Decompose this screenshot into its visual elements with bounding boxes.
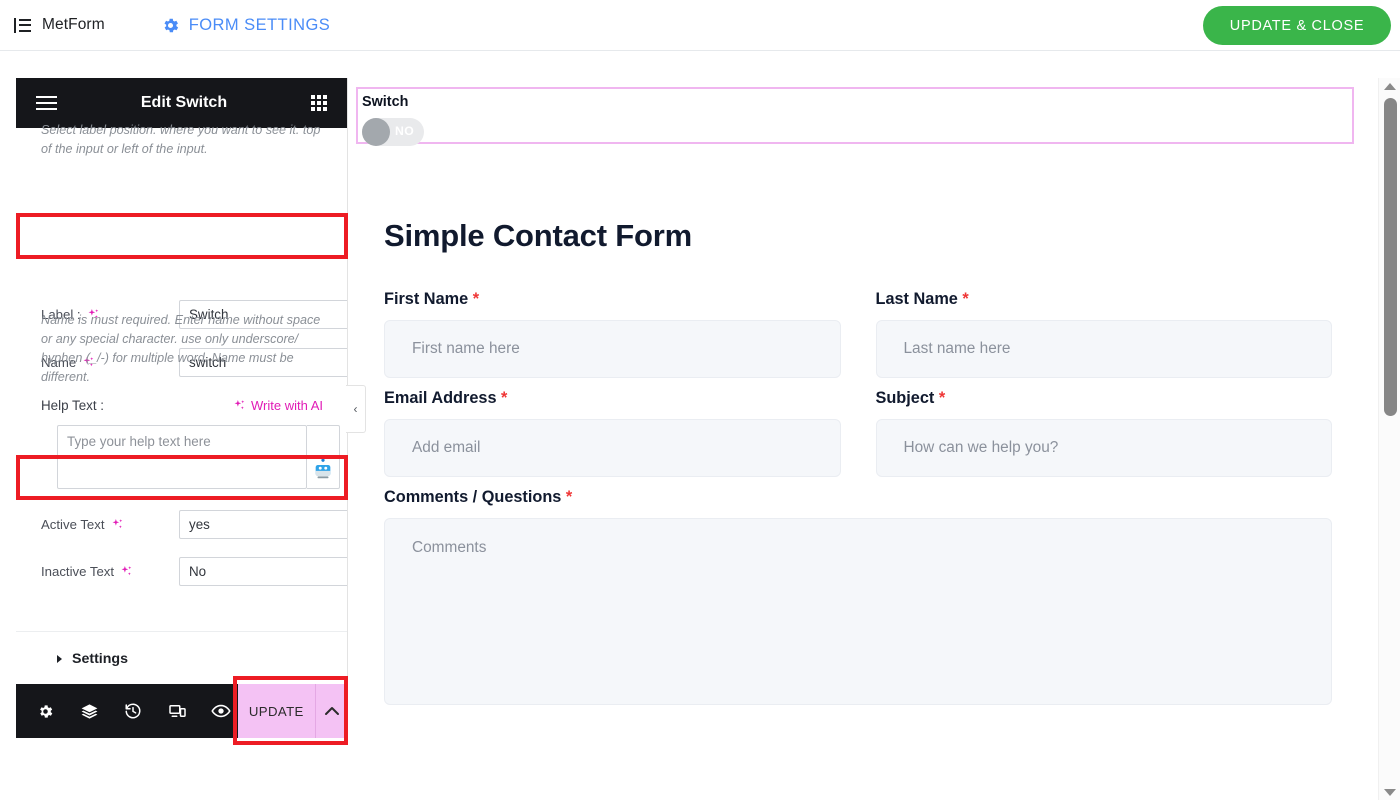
field-group-comments: Comments / Questions *	[384, 488, 1332, 710]
field-group-subject: Subject *	[875, 389, 1333, 477]
name-field-hint: Name is must required. Enter name withou…	[41, 313, 321, 385]
switch-widget-label: Switch	[362, 94, 409, 110]
update-button[interactable]: UPDATE	[238, 684, 315, 738]
comments-textarea[interactable]	[384, 518, 1332, 705]
triangle-down-icon[interactable]	[1379, 784, 1400, 800]
sparkle-ai-icon	[233, 399, 246, 412]
label-position-hint: Select label position. where you want to…	[41, 123, 321, 157]
inactive-text-label: Inactive Text	[41, 564, 179, 579]
required-marker: *	[565, 488, 573, 506]
subject-input[interactable]	[875, 419, 1332, 477]
field-label-text: Last Name	[875, 290, 958, 308]
inactive-text-input[interactable]	[179, 557, 347, 586]
field-group-first-name: First Name *	[384, 290, 841, 378]
required-marker: *	[472, 290, 480, 308]
switch-widget-selected[interactable]: Switch NO	[356, 87, 1354, 147]
form-fields-grid: First Name * Last Name * Email Address *	[384, 290, 1332, 721]
form-title: Simple Contact Form	[384, 218, 692, 253]
hamburger-icon[interactable]	[36, 95, 57, 111]
required-marker: *	[938, 389, 946, 407]
field-group-last-name: Last Name *	[875, 290, 1333, 378]
accordion-settings-label: Settings	[72, 651, 128, 667]
sparkle-ai-icon[interactable]	[111, 518, 124, 531]
form-settings-button[interactable]: FORM SETTINGS	[161, 16, 331, 35]
gear-icon[interactable]	[28, 694, 62, 728]
chevron-left-icon[interactable]: ‹	[346, 385, 366, 433]
panel-title: Edit Switch	[140, 94, 228, 111]
field-label-first-name: First Name *	[384, 290, 841, 309]
page-scrollbar[interactable]	[1378, 78, 1400, 800]
triangle-up-icon[interactable]	[1379, 78, 1400, 94]
field-group-email-address: Email Address *	[384, 389, 841, 477]
field-label-text: First Name	[384, 290, 469, 308]
required-marker: *	[962, 290, 969, 308]
inactive-text-row: Inactive Text	[16, 556, 347, 587]
field-label-text: Email Address	[384, 389, 497, 407]
form-preview-canvas: Switch NO Simple Contact Form First Name…	[356, 78, 1360, 738]
help-text-label: Help Text :	[41, 398, 105, 413]
update-and-close-button[interactable]: UPDATE & CLOSE	[1203, 6, 1391, 45]
help-text-textarea[interactable]	[57, 425, 307, 489]
brand-name: MetForm	[42, 16, 105, 33]
field-label-subject: Subject *	[876, 389, 1333, 408]
write-with-ai-button[interactable]: Write with AI	[233, 398, 323, 413]
responsive-icon[interactable]	[160, 694, 194, 728]
switch-toggle[interactable]: NO	[362, 118, 424, 147]
contact-form: Simple Contact Form First Name * Last Na…	[356, 188, 1360, 721]
active-text-label: Active Text	[41, 517, 179, 532]
active-text-label-text: Active Text	[41, 517, 105, 532]
robot-icon[interactable]	[307, 425, 340, 489]
required-marker: *	[501, 389, 508, 407]
panel-footer: UPDATE	[16, 684, 348, 738]
field-label-comments: Comments / Questions *	[384, 488, 1332, 507]
field-label-text: Comments / Questions	[384, 488, 562, 506]
switch-toggle-state-text: NO	[395, 124, 415, 139]
layers-icon[interactable]	[72, 694, 106, 728]
form-settings-label: FORM SETTINGS	[188, 15, 331, 34]
write-with-ai-label: Write with AI	[250, 398, 323, 413]
eye-icon[interactable]	[204, 694, 238, 728]
panel-body: Select label position. where you want to…	[16, 123, 347, 738]
help-text-row: Help Text : Write with AI	[16, 398, 347, 413]
switch-toggle-knob	[362, 118, 390, 147]
caret-right-icon	[57, 655, 62, 663]
list-icon	[14, 17, 31, 33]
gear-icon	[161, 16, 180, 35]
help-text-wrap	[57, 425, 340, 489]
email-address-input[interactable]	[384, 419, 841, 477]
first-name-input[interactable]	[384, 320, 841, 378]
inactive-text-label-text: Inactive Text	[41, 564, 115, 579]
widget-edit-panel: Edit Switch Select label position. where…	[16, 78, 348, 738]
active-text-input[interactable]	[179, 510, 347, 539]
top-bar: MetForm FORM SETTINGS UPDATE & CLOSE	[0, 0, 1400, 51]
field-label-last-name: Last Name *	[876, 290, 1333, 309]
field-label-text: Subject	[875, 389, 935, 407]
grid-icon[interactable]	[310, 95, 327, 111]
history-icon[interactable]	[116, 694, 150, 728]
accordion-settings[interactable]: Settings	[16, 631, 347, 686]
brand[interactable]: MetForm	[14, 16, 105, 34]
last-name-input[interactable]	[875, 320, 1332, 378]
scroll-thumb[interactable]	[1384, 98, 1397, 416]
active-text-row: Active Text	[16, 509, 347, 540]
field-label-email-address: Email Address *	[384, 389, 841, 408]
chevron-up-icon[interactable]	[314, 684, 348, 738]
footer-icon-group	[16, 694, 238, 728]
sparkle-ai-icon[interactable]	[120, 565, 133, 578]
